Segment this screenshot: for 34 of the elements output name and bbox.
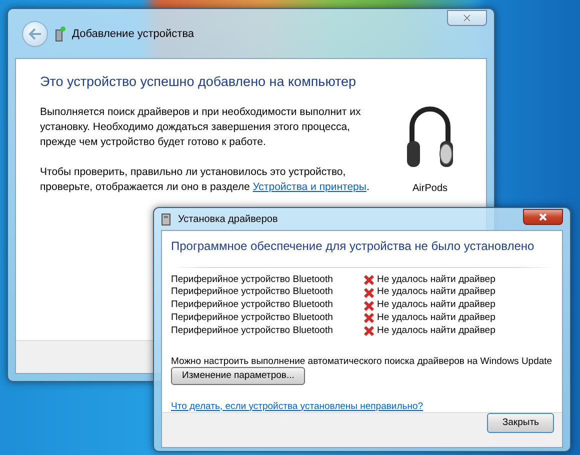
driver-status: Не удалось найти драйвер: [377, 274, 496, 286]
check-info-text: Чтобы проверить, правильно ли установилось это устройство, проверьте, отображается ли оно в разделе Устройства и принтеры.: [40, 164, 370, 195]
failure-heading: Программное обеспечение для устройства не было установлено: [171, 239, 534, 255]
search-info-text: Выполняется поиск драйверов и при необходимости выполнит их установку. Необходимо дождаться завершения этого процесса, прежде чем устройство будет готово к работе.: [40, 104, 362, 150]
back-arrow-icon: [28, 28, 42, 40]
device-name: Периферийное устройство Bluetooth: [171, 274, 334, 286]
device-name: Периферийное устройство Bluetooth: [171, 324, 334, 338]
close-icon: [462, 14, 472, 22]
installer-icon: [161, 212, 172, 226]
error-x-icon: [363, 274, 375, 286]
device-name: Периферийное устройство Bluetooth: [171, 312, 334, 325]
change-settings-button[interactable]: Изменение параметров...: [171, 366, 306, 385]
devices-printers-link[interactable]: Устройства и принтеры: [252, 180, 366, 193]
device-name: Периферийное устройство Bluetooth: [171, 299, 334, 312]
driver-status: Не удалось найти драйвер: [377, 299, 496, 312]
help-link[interactable]: Что делать, если устройства установлены неправильно?: [171, 400, 424, 412]
error-x-icon: [363, 286, 375, 299]
window-title: Добавление устройства: [72, 28, 194, 40]
close-icon: [538, 213, 548, 221]
close-button[interactable]: [523, 209, 563, 225]
windows-update-note: Можно настроить выполнение автоматического поиска драйверов на Windows Update: [171, 356, 554, 367]
device-icon: [54, 26, 66, 42]
back-button[interactable]: [22, 20, 48, 46]
device-name: Периферийное устройство Bluetooth: [171, 286, 334, 300]
error-x-icon: [363, 312, 375, 324]
success-heading: Это устройство успешно добавлено на компьютер: [40, 73, 356, 91]
dialog-title: Установка драйверов: [178, 214, 278, 224]
device-name: AirPods: [412, 183, 448, 194]
close-dialog-button[interactable]: Закрыть: [487, 412, 554, 433]
driver-status: Не удалось найти драйвер: [377, 312, 496, 325]
error-x-icon: [363, 300, 375, 312]
error-x-icon: [363, 325, 375, 338]
driver-status: Не удалось найти драйвер: [377, 324, 496, 338]
driver-status: Не удалось найти драйвер: [377, 286, 496, 300]
